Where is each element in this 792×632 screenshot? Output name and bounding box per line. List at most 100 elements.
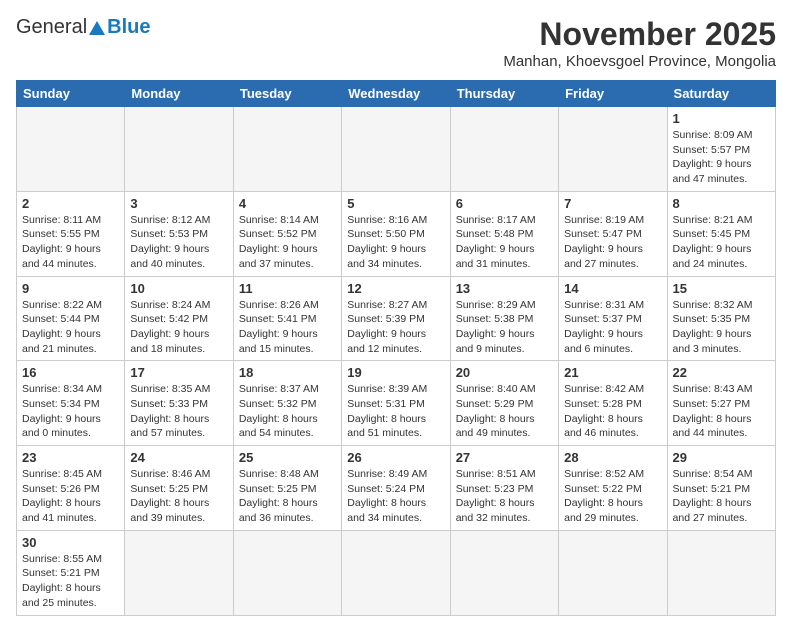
calendar-cell: 23 Sunrise: 8:45 AM Sunset: 5:26 PM Dayli… xyxy=(17,446,125,531)
day-info: Sunrise: 8:46 AM Sunset: 5:25 PM Dayligh… xyxy=(130,467,227,526)
weekday-header-saturday: Saturday xyxy=(667,81,775,107)
calendar-cell xyxy=(233,530,341,615)
day-info: Sunrise: 8:35 AM Sunset: 5:33 PM Dayligh… xyxy=(130,382,227,441)
day-number: 17 xyxy=(130,365,227,380)
day-number: 5 xyxy=(347,196,444,211)
weekday-header-sunday: Sunday xyxy=(17,81,125,107)
day-info: Sunrise: 8:22 AM Sunset: 5:44 PM Dayligh… xyxy=(22,298,119,357)
calendar-cell xyxy=(559,107,667,192)
day-number: 19 xyxy=(347,365,444,380)
day-number: 12 xyxy=(347,281,444,296)
calendar-cell: 24 Sunrise: 8:46 AM Sunset: 5:25 PM Dayli… xyxy=(125,446,233,531)
weekday-header-row: SundayMondayTuesdayWednesdayThursdayFrid… xyxy=(17,81,776,107)
calendar-cell: 20 Sunrise: 8:40 AM Sunset: 5:29 PM Dayli… xyxy=(450,361,558,446)
day-number: 28 xyxy=(564,450,661,465)
day-info: Sunrise: 8:21 AM Sunset: 5:45 PM Dayligh… xyxy=(673,213,770,272)
calendar-cell: 12Sunrise: 8:27 AM Sunset: 5:39 PM Dayli… xyxy=(342,276,450,361)
calendar-cell: 5 Sunrise: 8:16 AM Sunset: 5:50 PM Daylig… xyxy=(342,191,450,276)
calendar-cell: 15 Sunrise: 8:32 AM Sunset: 5:35 PM Dayli… xyxy=(667,276,775,361)
month-title: November 2025 xyxy=(503,16,776,53)
day-info: Sunrise: 8:42 AM Sunset: 5:28 PM Dayligh… xyxy=(564,382,661,441)
calendar-cell: 27 Sunrise: 8:51 AM Sunset: 5:23 PM Dayli… xyxy=(450,446,558,531)
calendar-cell xyxy=(559,530,667,615)
day-info: Sunrise: 8:14 AM Sunset: 5:52 PM Dayligh… xyxy=(239,213,336,272)
day-number: 16 xyxy=(22,365,119,380)
calendar-cell: 7 Sunrise: 8:19 AM Sunset: 5:47 PM Daylig… xyxy=(559,191,667,276)
weekday-header-monday: Monday xyxy=(125,81,233,107)
calendar-week-row: 9 Sunrise: 8:22 AM Sunset: 5:44 PM Daylig… xyxy=(17,276,776,361)
day-number: 24 xyxy=(130,450,227,465)
calendar-week-row: 30 Sunrise: 8:55 AM Sunset: 5:21 PM Dayli… xyxy=(17,530,776,615)
day-number: 25 xyxy=(239,450,336,465)
calendar-cell: 14 Sunrise: 8:31 AM Sunset: 5:37 PM Dayli… xyxy=(559,276,667,361)
day-number: 4 xyxy=(239,196,336,211)
day-number: 30 xyxy=(22,535,119,550)
day-info: Sunrise: 8:24 AM Sunset: 5:42 PM Dayligh… xyxy=(130,298,227,357)
day-info: Sunrise: 8:17 AM Sunset: 5:48 PM Dayligh… xyxy=(456,213,553,272)
calendar-cell xyxy=(125,107,233,192)
day-number: 7 xyxy=(564,196,661,211)
day-info: Sunrise: 8:49 AM Sunset: 5:24 PM Dayligh… xyxy=(347,467,444,526)
calendar-cell: 10 Sunrise: 8:24 AM Sunset: 5:42 PM Dayli… xyxy=(125,276,233,361)
calendar-cell xyxy=(125,530,233,615)
day-info: Sunrise: 8:37 AM Sunset: 5:32 PM Dayligh… xyxy=(239,382,336,441)
day-info: Sunrise: 8:55 AM Sunset: 5:21 PM Dayligh… xyxy=(22,552,119,611)
day-number: 10 xyxy=(130,281,227,296)
day-info: Sunrise: 8:40 AM Sunset: 5:29 PM Dayligh… xyxy=(456,382,553,441)
logo-general: General xyxy=(16,16,87,39)
calendar-week-row: 16 Sunrise: 8:34 AM Sunset: 5:34 PM Dayli… xyxy=(17,361,776,446)
day-number: 14 xyxy=(564,281,661,296)
calendar-week-row: 1Sunrise: 8:09 AM Sunset: 5:57 PM Daylig… xyxy=(17,107,776,192)
day-number: 8 xyxy=(673,196,770,211)
calendar-cell: 3Sunrise: 8:12 AM Sunset: 5:53 PM Daylig… xyxy=(125,191,233,276)
calendar-cell: 1Sunrise: 8:09 AM Sunset: 5:57 PM Daylig… xyxy=(667,107,775,192)
day-number: 29 xyxy=(673,450,770,465)
day-info: Sunrise: 8:48 AM Sunset: 5:25 PM Dayligh… xyxy=(239,467,336,526)
day-info: Sunrise: 8:45 AM Sunset: 5:26 PM Dayligh… xyxy=(22,467,119,526)
day-info: Sunrise: 8:51 AM Sunset: 5:23 PM Dayligh… xyxy=(456,467,553,526)
day-info: Sunrise: 8:26 AM Sunset: 5:41 PM Dayligh… xyxy=(239,298,336,357)
day-info: Sunrise: 8:52 AM Sunset: 5:22 PM Dayligh… xyxy=(564,467,661,526)
calendar-cell: 28 Sunrise: 8:52 AM Sunset: 5:22 PM Dayli… xyxy=(559,446,667,531)
calendar-cell xyxy=(342,107,450,192)
day-number: 27 xyxy=(456,450,553,465)
calendar-cell: 6Sunrise: 8:17 AM Sunset: 5:48 PM Daylig… xyxy=(450,191,558,276)
day-info: Sunrise: 8:34 AM Sunset: 5:34 PM Dayligh… xyxy=(22,382,119,441)
weekday-header-friday: Friday xyxy=(559,81,667,107)
calendar-cell: 30 Sunrise: 8:55 AM Sunset: 5:21 PM Dayli… xyxy=(17,530,125,615)
calendar-cell: 25 Sunrise: 8:48 AM Sunset: 5:25 PM Dayli… xyxy=(233,446,341,531)
calendar-cell: 9 Sunrise: 8:22 AM Sunset: 5:44 PM Daylig… xyxy=(17,276,125,361)
day-number: 20 xyxy=(456,365,553,380)
logo-blue: Blue xyxy=(107,16,150,39)
day-info: Sunrise: 8:31 AM Sunset: 5:37 PM Dayligh… xyxy=(564,298,661,357)
day-info: Sunrise: 8:43 AM Sunset: 5:27 PM Dayligh… xyxy=(673,382,770,441)
day-info: Sunrise: 8:32 AM Sunset: 5:35 PM Dayligh… xyxy=(673,298,770,357)
calendar-cell: 26Sunrise: 8:49 AM Sunset: 5:24 PM Dayli… xyxy=(342,446,450,531)
day-info: Sunrise: 8:16 AM Sunset: 5:50 PM Dayligh… xyxy=(347,213,444,272)
calendar-cell: 2Sunrise: 8:11 AM Sunset: 5:55 PM Daylig… xyxy=(17,191,125,276)
day-number: 18 xyxy=(239,365,336,380)
calendar-cell: 4 Sunrise: 8:14 AM Sunset: 5:52 PM Daylig… xyxy=(233,191,341,276)
day-number: 21 xyxy=(564,365,661,380)
day-info: Sunrise: 8:11 AM Sunset: 5:55 PM Dayligh… xyxy=(22,213,119,272)
logo: General Blue xyxy=(16,16,151,39)
weekday-header-thursday: Thursday xyxy=(450,81,558,107)
day-number: 23 xyxy=(22,450,119,465)
day-number: 15 xyxy=(673,281,770,296)
day-number: 11 xyxy=(239,281,336,296)
calendar-cell xyxy=(450,107,558,192)
day-number: 13 xyxy=(456,281,553,296)
calendar-week-row: 2Sunrise: 8:11 AM Sunset: 5:55 PM Daylig… xyxy=(17,191,776,276)
day-info: Sunrise: 8:39 AM Sunset: 5:31 PM Dayligh… xyxy=(347,382,444,441)
logo-triangle xyxy=(89,21,105,35)
day-info: Sunrise: 8:29 AM Sunset: 5:38 PM Dayligh… xyxy=(456,298,553,357)
calendar-cell: 13 Sunrise: 8:29 AM Sunset: 5:38 PM Dayli… xyxy=(450,276,558,361)
day-info: Sunrise: 8:19 AM Sunset: 5:47 PM Dayligh… xyxy=(564,213,661,272)
title-area: November 2025 Manhan, Khoevsgoel Provinc… xyxy=(503,16,776,70)
page-header: General Blue November 2025 Manhan, Khoev… xyxy=(16,16,776,70)
day-number: 22 xyxy=(673,365,770,380)
calendar-cell: 22 Sunrise: 8:43 AM Sunset: 5:27 PM Dayli… xyxy=(667,361,775,446)
day-number: 9 xyxy=(22,281,119,296)
weekday-header-wednesday: Wednesday xyxy=(342,81,450,107)
day-info: Sunrise: 8:12 AM Sunset: 5:53 PM Dayligh… xyxy=(130,213,227,272)
